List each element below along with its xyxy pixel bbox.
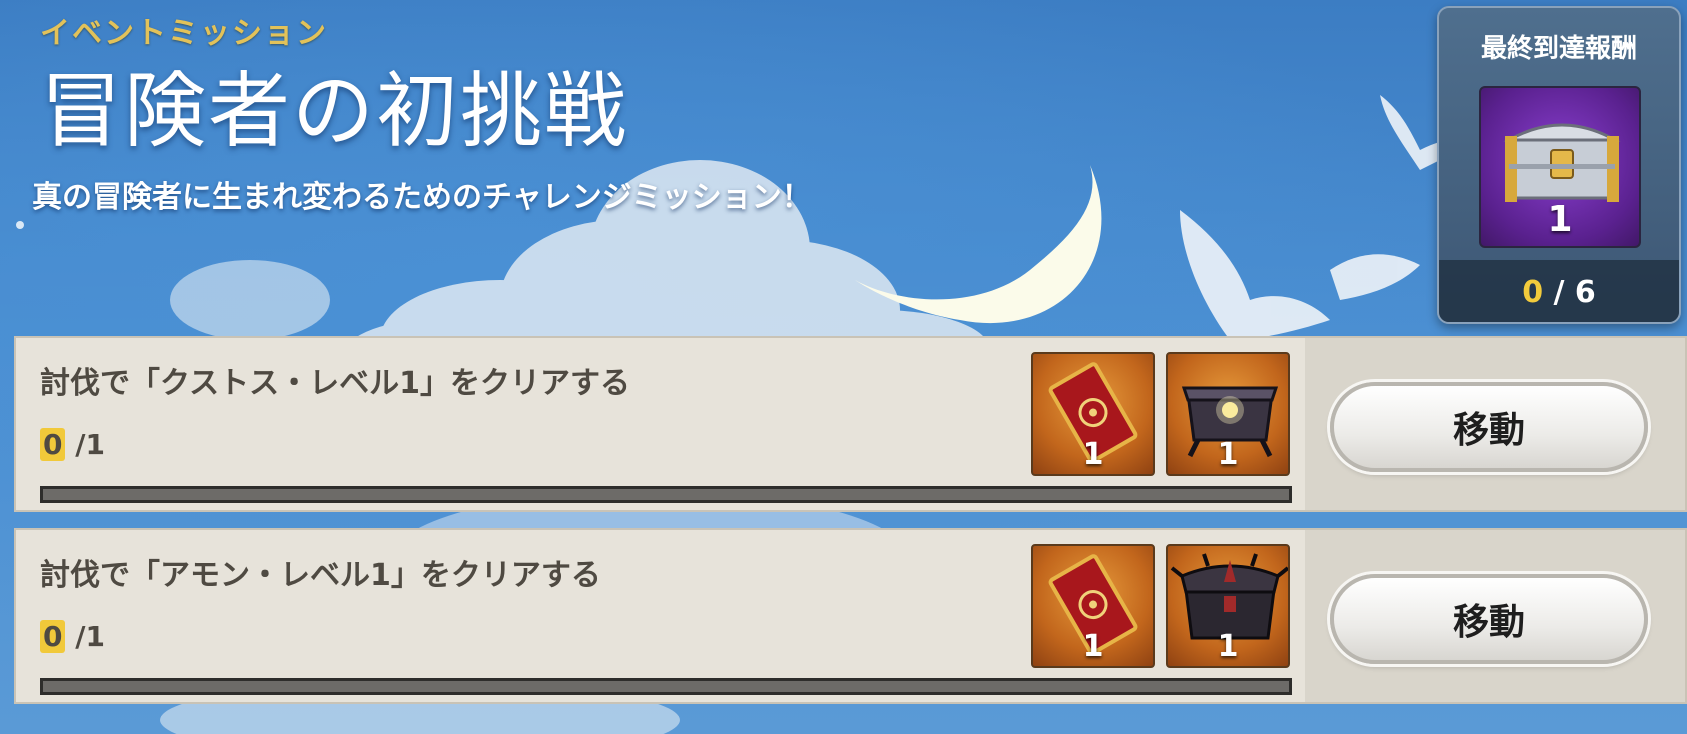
mission-progress-total: /1 — [75, 620, 105, 653]
reward-quantity: 1 — [1217, 437, 1239, 472]
mission-progress-current: 0 — [40, 620, 66, 653]
birds — [1180, 95, 1480, 340]
reward-item[interactable]: 1 — [1031, 352, 1155, 476]
crescent-moon — [855, 165, 1102, 324]
mission-progress-text: 0 /1 — [40, 428, 105, 461]
page-title: 冒険者の初挑戦 — [40, 64, 629, 159]
final-reward-title: 最終到達報酬 — [1480, 34, 1637, 64]
reward-quantity: 1 — [1217, 629, 1239, 664]
event-description: 真の冒険者に生まれ変わるためのチャレンジミッション！ — [32, 180, 812, 215]
reward-quantity: 1 — [1082, 629, 1104, 664]
move-button[interactable]: 移動 — [1330, 382, 1648, 472]
mission-description: 討伐で「アモン・レベル1」をクリアする — [40, 558, 601, 593]
final-progress-total: / 6 — [1553, 275, 1596, 310]
mission-description: 討伐で「クストス・レベル1」をクリアする — [40, 366, 630, 401]
mission-progress-text: 0 /1 — [40, 620, 105, 653]
final-progress-current: 0 — [1522, 275, 1544, 310]
mission-row: 討伐で「クストス・レベル1」をクリアする 0 /1 1 1 移動 — [14, 336, 1687, 512]
move-button[interactable]: 移動 — [1330, 574, 1648, 664]
reward-item[interactable]: 1 — [1031, 544, 1155, 668]
reward-item[interactable]: 1 — [1166, 544, 1290, 668]
final-reward-card[interactable]: 最終到達報酬 1 0 / 6 — [1437, 6, 1681, 324]
mission-progress-bar — [40, 678, 1292, 695]
mission-row: 討伐で「アモン・レベル1」をクリアする 0 /1 1 1 移動 — [14, 528, 1687, 704]
mission-progress-total: /1 — [75, 428, 105, 461]
final-reward-item[interactable]: 1 — [1479, 86, 1641, 248]
reward-item[interactable]: 1 — [1166, 352, 1290, 476]
mission-progress-current: 0 — [40, 428, 66, 461]
final-reward-progress: 0 / 6 — [1439, 260, 1679, 322]
mission-progress-bar — [40, 486, 1292, 503]
reward-quantity: 1 — [1082, 437, 1104, 472]
final-reward-quantity: 1 — [1547, 199, 1573, 240]
